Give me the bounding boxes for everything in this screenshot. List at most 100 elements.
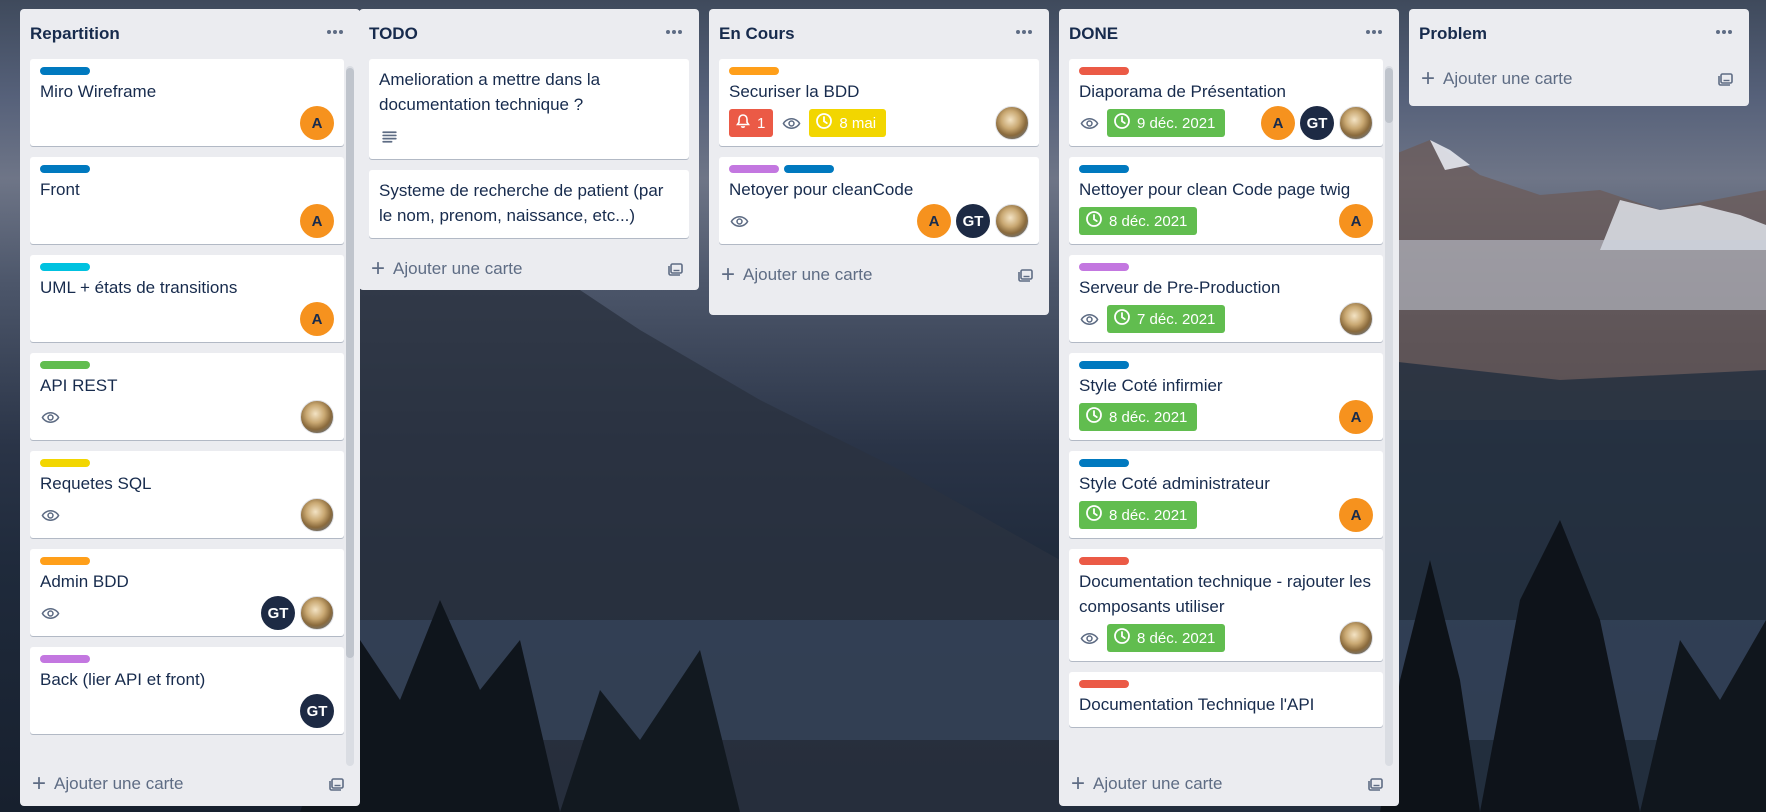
member-avatar[interactable]: A — [300, 106, 334, 140]
card[interactable]: Miro Wireframe A — [30, 59, 344, 146]
list-menu-button[interactable] — [320, 21, 350, 43]
add-card-button[interactable]: + Ajouter une carte — [1059, 764, 1399, 804]
scrollbar-thumb[interactable] — [346, 68, 354, 658]
card-label[interactable] — [40, 557, 90, 565]
list-title[interactable]: DONE — [1069, 24, 1118, 44]
card-template-icon[interactable] — [1017, 266, 1035, 284]
card[interactable]: Documentation Technique l'API — [1069, 672, 1383, 727]
card-template-icon[interactable] — [667, 260, 685, 278]
card-label[interactable] — [40, 165, 90, 173]
card-label[interactable] — [1079, 165, 1129, 173]
member-avatar[interactable]: GT — [1300, 106, 1334, 140]
card-label[interactable] — [1079, 680, 1129, 688]
member-avatar[interactable] — [1339, 621, 1373, 655]
member-avatar[interactable] — [995, 106, 1029, 140]
card[interactable]: UML + états de transitions A — [30, 255, 344, 342]
list-header: Repartition — [20, 9, 360, 59]
card[interactable]: Front A — [30, 157, 344, 244]
member-avatar[interactable]: A — [1261, 106, 1295, 140]
card[interactable]: Documentation technique - rajouter les c… — [1069, 549, 1383, 661]
card[interactable]: Back (lier API et front) GT — [30, 647, 344, 734]
card-label[interactable] — [1079, 361, 1129, 369]
member-avatar[interactable]: A — [300, 204, 334, 238]
member-avatar[interactable]: A — [300, 302, 334, 336]
card-label[interactable] — [1079, 67, 1129, 75]
list-menu-button[interactable] — [659, 21, 689, 43]
more-icon — [666, 30, 682, 34]
card[interactable]: Requetes SQL — [30, 451, 344, 538]
card-template-icon[interactable] — [1717, 70, 1735, 88]
board: Repartition Miro Wireframe A Front A UML + ét… — [0, 0, 1766, 812]
card[interactable]: Style Coté infirmier 8 déc. 2021 A — [1069, 353, 1383, 440]
card-title: Style Coté administrateur — [1079, 474, 1270, 493]
card-template-button[interactable] — [1717, 70, 1735, 88]
member-avatar[interactable]: A — [1339, 400, 1373, 434]
card-template-button[interactable] — [328, 775, 346, 793]
card-label[interactable] — [729, 165, 779, 173]
member-avatar[interactable] — [995, 204, 1029, 238]
member-avatar[interactable] — [1339, 106, 1373, 140]
due-date-badge[interactable]: 9 déc. 2021 — [1107, 109, 1226, 137]
plus-icon: + — [371, 255, 386, 282]
member-avatar[interactable] — [1339, 302, 1373, 336]
card[interactable]: Securiser la BDD 1 8 mai — [719, 59, 1039, 146]
list-title[interactable]: TODO — [369, 24, 418, 44]
card[interactable]: Amelioration a mettre dans la documentat… — [369, 59, 689, 159]
card-label[interactable] — [1079, 557, 1129, 565]
card-label[interactable] — [1079, 263, 1129, 271]
card-label[interactable] — [40, 655, 90, 663]
card[interactable]: Systeme de recherche de patient (par le … — [369, 170, 689, 238]
list-title[interactable]: En Cours — [719, 24, 795, 44]
card-label[interactable] — [40, 459, 90, 467]
list-scrollbar[interactable] — [1385, 66, 1393, 766]
list-menu-button[interactable] — [1009, 21, 1039, 43]
due-date-badge[interactable]: 8 déc. 2021 — [1107, 624, 1226, 652]
card[interactable]: Serveur de Pre-Production 7 déc. 2021 — [1069, 255, 1383, 342]
card-label[interactable] — [784, 165, 834, 173]
list-menu-button[interactable] — [1359, 21, 1389, 43]
due-date-badge[interactable]: 7 déc. 2021 — [1107, 305, 1226, 333]
card-label[interactable] — [1079, 459, 1129, 467]
card-label[interactable] — [729, 67, 779, 75]
card[interactable]: Nettoyer pour clean Code page twig 8 déc.… — [1069, 157, 1383, 244]
card-template-icon[interactable] — [1367, 775, 1385, 793]
list-title[interactable]: Problem — [1419, 24, 1487, 44]
card[interactable]: API REST — [30, 353, 344, 440]
member-avatar[interactable]: GT — [300, 694, 334, 728]
member-avatar[interactable]: A — [1339, 498, 1373, 532]
add-card-button[interactable]: + Ajouter une carte — [20, 764, 360, 804]
member-avatar[interactable]: GT — [261, 596, 295, 630]
watch-icon — [40, 407, 60, 427]
member-avatar[interactable]: GT — [956, 204, 990, 238]
watch-icon — [729, 211, 749, 231]
member-avatar[interactable] — [300, 400, 334, 434]
due-date-badge[interactable]: 8 déc. 2021 — [1079, 403, 1198, 431]
member-avatar[interactable] — [300, 498, 334, 532]
due-date-badge[interactable]: 8 déc. 2021 — [1079, 207, 1198, 235]
card-label[interactable] — [40, 263, 90, 271]
card-template-button[interactable] — [667, 260, 685, 278]
list-menu-button[interactable] — [1709, 21, 1739, 43]
watch-icon — [40, 603, 60, 623]
add-card-button[interactable]: + Ajouter une carte — [709, 255, 1049, 295]
due-date-badge[interactable]: 8 mai — [809, 109, 887, 137]
card[interactable]: Netoyer pour cleanCode A GT — [719, 157, 1039, 244]
watch-icon — [1079, 309, 1099, 329]
card-template-icon[interactable] — [328, 775, 346, 793]
member-avatar[interactable]: A — [917, 204, 951, 238]
list-title[interactable]: Repartition — [30, 24, 120, 44]
card[interactable]: Diaporama de Présentation 9 déc. 2021 A GT — [1069, 59, 1383, 146]
scrollbar-thumb[interactable] — [1385, 68, 1393, 123]
card-label[interactable] — [40, 67, 90, 75]
list-scrollbar[interactable] — [346, 66, 354, 766]
card-template-button[interactable] — [1367, 775, 1385, 793]
member-avatar[interactable] — [300, 596, 334, 630]
card-template-button[interactable] — [1017, 266, 1035, 284]
card[interactable]: Admin BDD GT — [30, 549, 344, 636]
add-card-button[interactable]: + Ajouter une carte — [359, 249, 699, 289]
add-card-button[interactable]: + Ajouter une carte — [1409, 59, 1749, 99]
due-date-badge[interactable]: 8 déc. 2021 — [1079, 501, 1198, 529]
card[interactable]: Style Coté administrateur 8 déc. 2021 A — [1069, 451, 1383, 538]
member-avatar[interactable]: A — [1339, 204, 1373, 238]
card-label[interactable] — [40, 361, 90, 369]
